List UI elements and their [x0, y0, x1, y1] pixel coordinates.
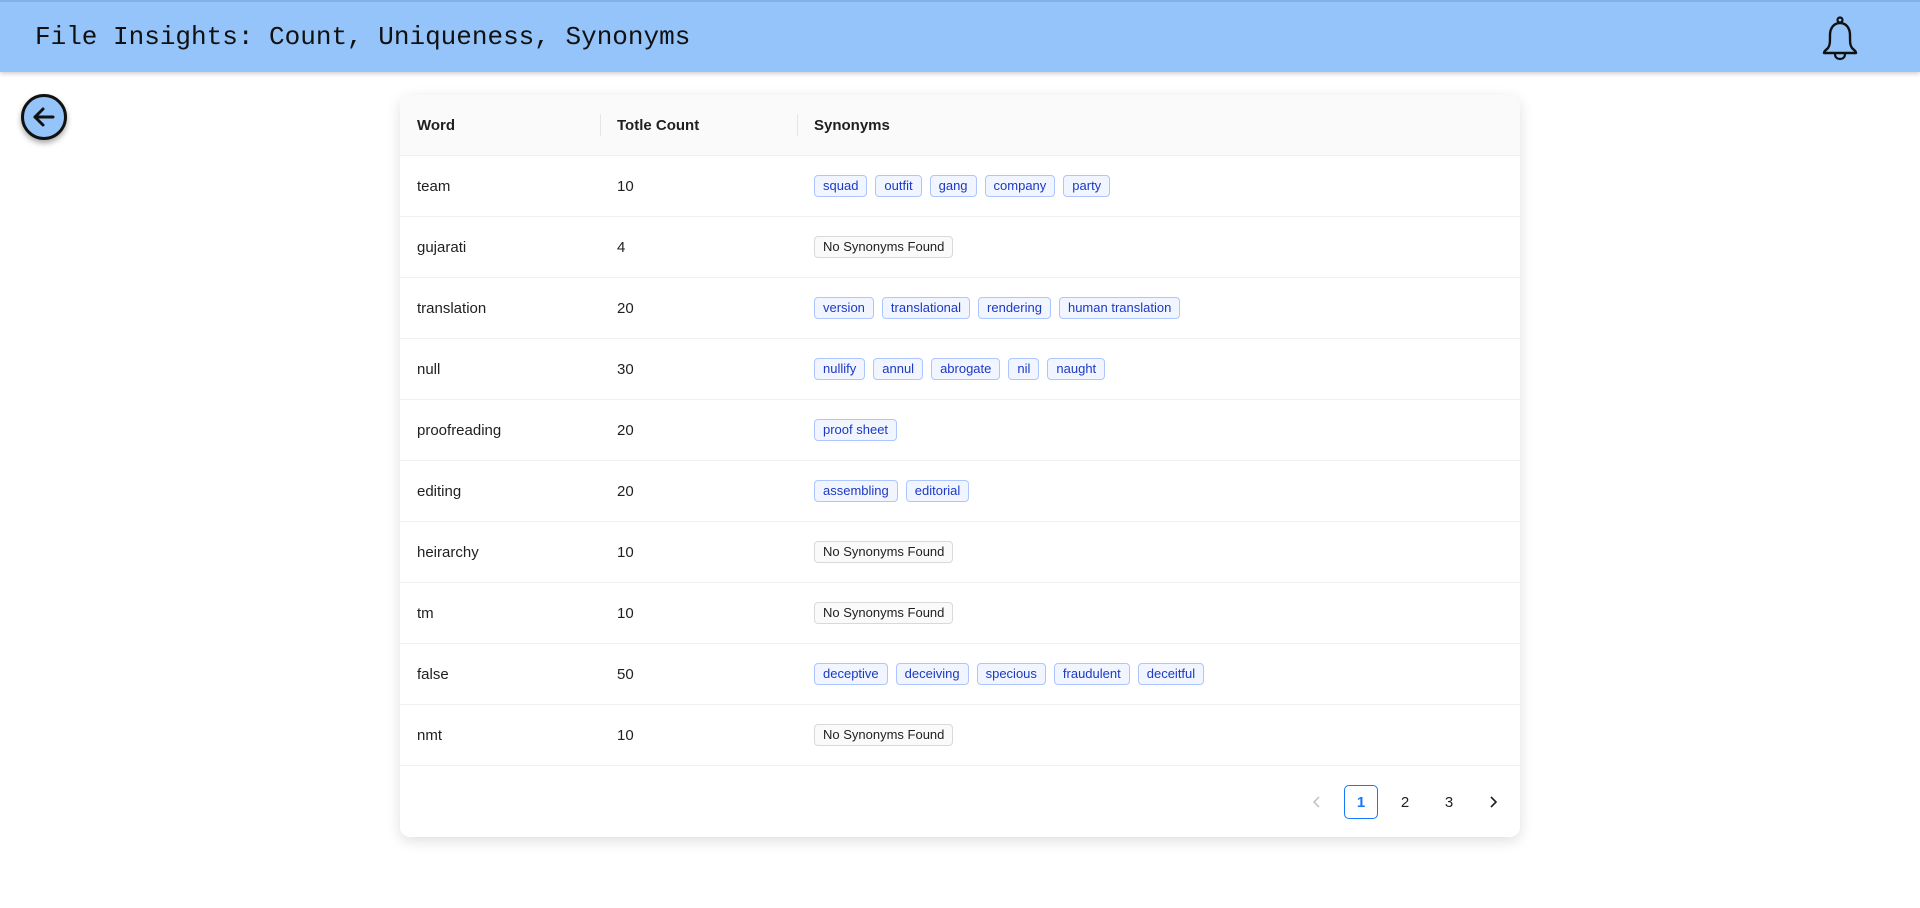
synonyms-cell: version translational rendering human trans… — [797, 277, 1520, 339]
word-cell: team — [400, 155, 600, 217]
synonym-tag: assembling — [814, 480, 898, 502]
synonyms-cell: No Synonyms Found — [797, 216, 1520, 278]
table-row: translation 20 version translational renderi… — [400, 277, 1520, 339]
count-cell: 10 — [600, 704, 797, 766]
count-cell: 10 — [600, 582, 797, 644]
word-cell: gujarati — [400, 216, 600, 278]
synonym-tag: party — [1063, 175, 1111, 197]
table-header-row: Word Totle Count Synonyms — [400, 95, 1520, 156]
synonym-tag: human translation — [1058, 297, 1181, 319]
synonyms-cell: nullify annul abrogate nil naught — [797, 338, 1520, 400]
word-cell: nmt — [400, 704, 600, 766]
arrow-left-circle-icon — [33, 107, 55, 127]
synonym-tag: annul — [873, 358, 924, 380]
synonyms-cell: proof sheet — [797, 399, 1520, 461]
table-row: team 10 squad outfit gang company party — [400, 155, 1520, 217]
synonym-tag: nil — [1008, 358, 1040, 380]
count-cell: 20 — [600, 277, 797, 339]
page-title: File Insights: Count, Uniqueness, Synony… — [35, 22, 691, 52]
count-cell: 50 — [600, 643, 797, 705]
table-row: tm 10 No Synonyms Found — [400, 582, 1520, 644]
synonym-tag: gang — [929, 175, 977, 197]
pagination-page-1[interactable]: 1 — [1344, 785, 1378, 819]
word-cell: translation — [400, 277, 600, 339]
count-cell: 30 — [600, 338, 797, 400]
synonym-tag: deceitful — [1137, 663, 1205, 685]
table-row: gujarati 4 No Synonyms Found — [400, 216, 1520, 278]
synonym-tag: fraudulent — [1053, 663, 1130, 685]
count-cell: 4 — [600, 216, 797, 278]
pagination-page-2[interactable]: 2 — [1388, 785, 1422, 819]
word-cell: heirarchy — [400, 521, 600, 583]
word-cell: editing — [400, 460, 600, 522]
bell-icon[interactable] — [1818, 15, 1862, 61]
no-synonyms-tag: No Synonyms Found — [814, 541, 954, 563]
table-row: proofreading 20 proof sheet — [400, 399, 1520, 461]
word-cell: tm — [400, 582, 600, 644]
back-button[interactable] — [21, 94, 67, 140]
count-cell: 10 — [600, 521, 797, 583]
synonyms-cell: squad outfit gang company party — [797, 155, 1520, 217]
synonyms-cell: No Synonyms Found — [797, 704, 1520, 766]
column-header-word: Word — [400, 95, 600, 156]
count-cell: 20 — [600, 460, 797, 522]
pagination-prev-button[interactable] — [1300, 785, 1334, 819]
word-cell: null — [400, 338, 600, 400]
synonym-tag: editorial — [905, 480, 970, 502]
synonym-tag: nullify — [814, 358, 866, 380]
synonym-tag: rendering — [978, 297, 1051, 319]
synonyms-cell: No Synonyms Found — [797, 521, 1520, 583]
synonym-tag: company — [984, 175, 1056, 197]
count-cell: 10 — [600, 155, 797, 217]
synonyms-cell: No Synonyms Found — [797, 582, 1520, 644]
column-header-count: Totle Count — [600, 95, 797, 156]
insights-table: Word Totle Count Synonyms team 10 squad out… — [400, 95, 1520, 766]
synonym-tag: specious — [976, 663, 1046, 685]
table-row: heirarchy 10 No Synonyms Found — [400, 521, 1520, 583]
synonym-tag: deceiving — [895, 663, 969, 685]
table-row: false 50 deceptive deceiving specious fraudul… — [400, 643, 1520, 705]
no-synonyms-tag: No Synonyms Found — [814, 724, 954, 746]
no-synonyms-tag: No Synonyms Found — [814, 602, 954, 624]
pagination-page-3[interactable]: 3 — [1432, 785, 1466, 819]
synonym-tag: translational — [881, 297, 971, 319]
chevron-left-icon — [1312, 796, 1320, 808]
app-header: File Insights: Count, Uniqueness, Synony… — [0, 0, 1920, 72]
synonym-tag: version — [814, 297, 874, 319]
chevron-right-icon — [1490, 796, 1498, 808]
table-row: nmt 10 No Synonyms Found — [400, 704, 1520, 766]
pagination: 1 2 3 — [1300, 784, 1520, 820]
synonyms-cell: assembling editorial — [797, 460, 1520, 522]
synonym-tag: outfit — [875, 175, 922, 197]
column-header-synonyms: Synonyms — [797, 95, 1520, 156]
synonym-tag: proof sheet — [814, 419, 898, 441]
no-synonyms-tag: No Synonyms Found — [814, 236, 954, 258]
count-cell: 20 — [600, 399, 797, 461]
word-cell: proofreading — [400, 399, 600, 461]
table-row: editing 20 assembling editorial — [400, 460, 1520, 522]
pagination-next-button[interactable] — [1476, 785, 1510, 819]
insights-table-card: Word Totle Count Synonyms team 10 squad out… — [400, 95, 1520, 837]
synonyms-cell: deceptive deceiving specious fraudulent dece… — [797, 643, 1520, 705]
word-cell: false — [400, 643, 600, 705]
synonym-tag: abrogate — [931, 358, 1001, 380]
synonym-tag: squad — [814, 175, 868, 197]
synonym-tag: deceptive — [814, 663, 888, 685]
synonym-tag: naught — [1047, 358, 1106, 380]
table-row: null 30 nullify annul abrogate nil naught — [400, 338, 1520, 400]
